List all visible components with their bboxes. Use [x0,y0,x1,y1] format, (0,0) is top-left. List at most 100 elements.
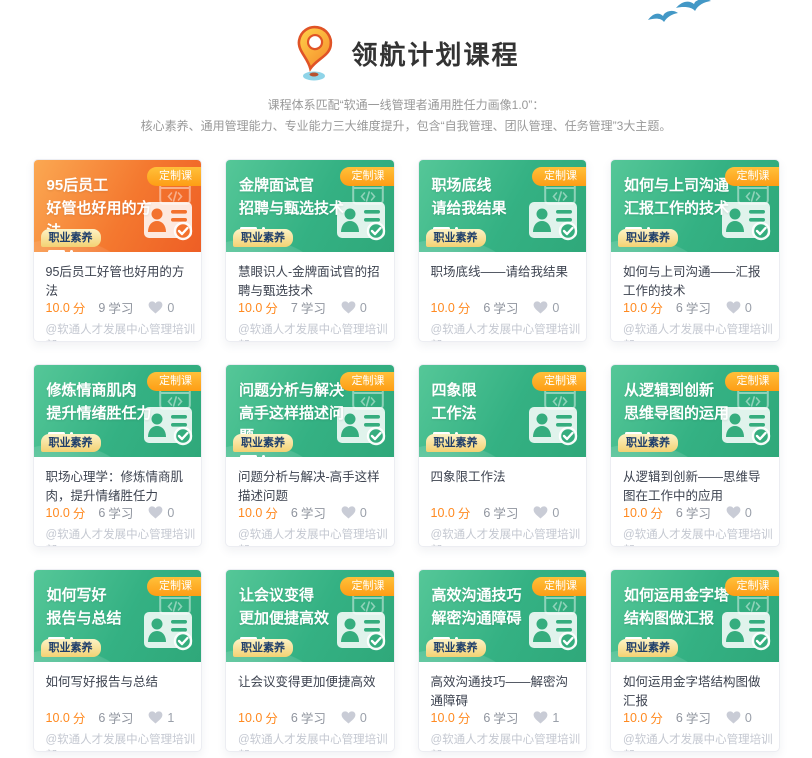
course-card[interactable]: 定制课 从逻辑到创新 思维导图的运用 [610,364,780,547]
learner-count: 6 [483,506,490,520]
publisher-label: @软通人才发展中心管理培训部 [431,321,587,342]
course-card-body: 职场底线——请给我结果 10.0 分 6 学习 0 @软通人才发展中心管理培训部 [419,252,587,341]
course-card-body: 如何运用金字塔结构图做汇报 10.0 分 6 学习 0 @软通人才发展中心管理培… [611,662,779,751]
course-card[interactable]: 定制课 高效沟通技巧 解密沟通障碍 [418,569,588,752]
learner-unit: 学习 [108,708,133,727]
like-count: 0 [745,506,752,520]
like-count: 0 [360,506,367,520]
course-card-header: 定制课 如何与上司沟通 汇报工作的技术 [611,160,779,252]
course-title-line-2: 提升情绪胜任力 [47,402,165,425]
course-card-body: 四象限工作法 10.0 分 6 学习 0 @软通人才发展中心管理培训部 [419,457,587,546]
like-count: 0 [167,301,174,315]
course-card[interactable]: 定制课 如何运用金字塔 结构图做汇报 [610,569,780,752]
score-unit: 分 [650,708,663,727]
course-card-header: 定制课 修炼情商肌肉 提升情绪胜任力 [34,365,202,457]
course-title: 让会议变得 更加便捷高效 [226,570,357,630]
course-score: 10.0 [46,506,70,520]
course-stats: 10.0 分 6 学习 1 [46,708,190,727]
course-title: 修炼情商肌肉 提升情绪胜任力 [34,365,165,425]
learner-count: 6 [98,506,105,520]
learner-unit: 学习 [108,503,133,522]
learner-unit: 学习 [108,298,133,317]
like-count: 0 [360,301,367,315]
score-unit: 分 [458,708,471,727]
publisher-label: @软通人才发展中心管理培训部 [431,526,587,547]
publisher-label: @软通人才发展中心管理培训部 [46,731,202,752]
course-card-header: 定制课 如何运用金字塔 结构图做汇报 [611,570,779,662]
course-description: 问题分析与解决-高手这样描述问题 [238,468,382,505]
category-tag: 职业素养 [618,639,678,657]
course-card-header: 定制课 职场底线 请给我结果 [419,160,587,252]
category-tag: 职业素养 [618,229,678,247]
course-title: 如何运用金字塔 结构图做汇报 [611,570,742,630]
course-stats: 10.0 分 6 学习 0 [623,298,767,317]
publisher-label: @软通人才发展中心管理培训部 [431,731,587,752]
course-card-body: 从逻辑到创新——思维导图在工作中的应用 10.0 分 6 学习 0 @软通人才发… [611,457,779,546]
course-stats: 10.0 分 9 学习 0 [46,298,190,317]
course-card[interactable]: 定制课 如何写好 报告与总结 [33,569,203,752]
score-unit: 分 [650,503,663,522]
custom-course-badge: 定制课 [340,577,394,596]
heart-icon [726,301,741,314]
learner-count: 6 [483,711,490,725]
course-score: 10.0 [238,711,262,725]
course-score: 10.0 [46,301,70,315]
category-tag: 职业素养 [618,434,678,452]
course-card[interactable]: 定制课 职场底线 请给我结果 [418,159,588,342]
heart-icon [148,506,163,519]
subtitle-line-2: 核心素养、通用管理能力、专业能力三大维度提升，包含“自我管理、团队管理、任务管理… [0,116,812,137]
course-stats: 10.0 分 6 学习 0 [238,503,382,522]
learner-unit: 学习 [301,503,326,522]
learner-count: 6 [291,506,298,520]
course-stats: 10.0 分 6 学习 0 [431,298,575,317]
heart-icon [726,506,741,519]
category-tag: 职业素养 [233,434,293,452]
category-tag: 职业素养 [426,229,486,247]
course-card-header: 定制课 从逻辑到创新 思维导图的运用 [611,365,779,457]
like-count: 0 [745,711,752,725]
score-unit: 分 [73,708,86,727]
location-pin-icon [292,24,338,82]
custom-course-badge: 定制课 [725,577,779,596]
course-title: 高效沟通技巧 解密沟通障碍 [419,570,550,630]
category-tag: 职业素养 [233,639,293,657]
category-tag: 职业素养 [426,639,486,657]
category-tag: 职业素养 [41,229,101,247]
course-description: 四象限工作法 [431,468,575,505]
like-count: 0 [552,506,559,520]
course-card-body: 慧眼识人-金牌面试官的招聘与甄选技术 10.0 分 7 学习 0 @软通人才发展… [226,252,394,341]
heart-icon [148,711,163,724]
course-description: 如何运用金字塔结构图做汇报 [623,673,767,710]
course-card[interactable]: 定制课 四象限 工作法 [418,364,588,547]
course-card[interactable]: 定制课 修炼情商肌肉 提升情绪胜任力 [33,364,203,547]
category-tag: 职业素养 [41,639,101,657]
heart-icon [341,301,356,314]
publisher-label: @软通人才发展中心管理培训部 [623,731,779,752]
course-title: 如何写好 报告与总结 [34,570,165,630]
course-stats: 10.0 分 6 学习 0 [623,503,767,522]
page-title: 领航计划课程 [351,35,519,72]
title-dash-decoration [240,455,394,458]
publisher-label: @软通人才发展中心管理培训部 [238,526,394,547]
course-score: 10.0 [431,506,455,520]
course-description: 慧眼识人-金牌面试官的招聘与甄选技术 [238,263,382,300]
course-title: 从逻辑到创新 思维导图的运用 [611,365,742,425]
learner-count: 7 [291,301,298,315]
learner-count: 6 [98,711,105,725]
course-card[interactable]: 定制课 如何与上司沟通 汇报工作的技术 [610,159,780,342]
course-description: 如何与上司沟通——汇报工作的技术 [623,263,767,300]
course-card[interactable]: 定制课 95后员工 好管也好用的方法 [33,159,203,342]
publisher-label: @软通人才发展中心管理培训部 [623,526,779,547]
course-card[interactable]: 定制课 问题分析与解决 高手这样描述问题 [225,364,395,547]
course-description: 职场底线——请给我结果 [431,263,575,300]
course-description: 高效沟通技巧——解密沟通障碍 [431,673,575,710]
course-card[interactable]: 定制课 让会议变得 更加便捷高效 [225,569,395,752]
course-card[interactable]: 定制课 金牌面试官 招聘与甄选技术 [225,159,395,342]
like-count: 0 [360,711,367,725]
custom-course-badge: 定制课 [340,372,394,391]
course-score: 10.0 [46,711,70,725]
course-score: 10.0 [623,301,647,315]
category-tag: 职业素养 [41,434,101,452]
learner-unit: 学习 [493,503,518,522]
course-stats: 10.0 分 6 学习 0 [623,708,767,727]
